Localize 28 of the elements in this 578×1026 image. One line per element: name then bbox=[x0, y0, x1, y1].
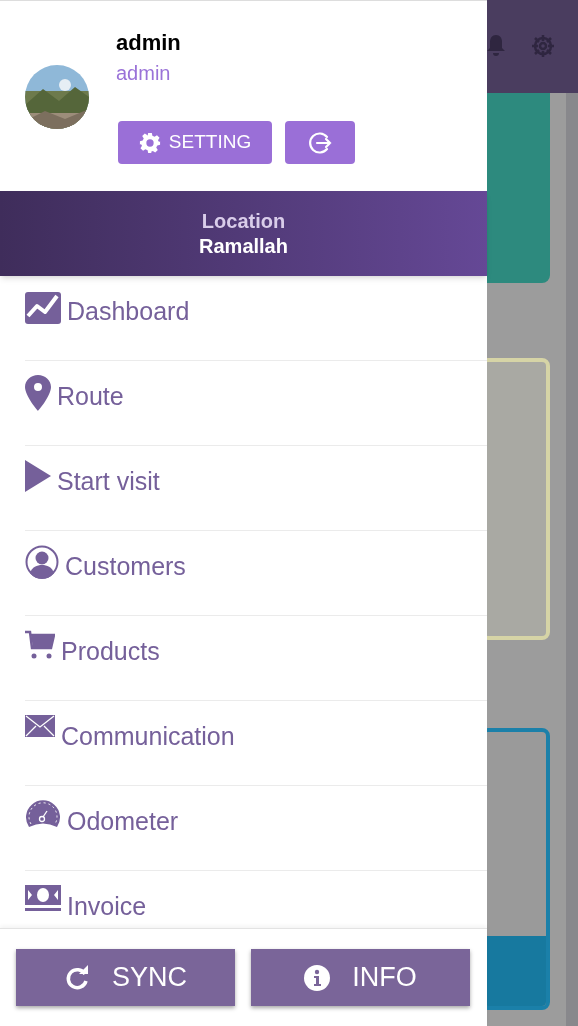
info-icon bbox=[304, 964, 331, 991]
logout-button[interactable] bbox=[285, 121, 355, 164]
user-role: admin bbox=[116, 61, 171, 86]
play-icon bbox=[25, 460, 51, 492]
sync-button[interactable]: SYNC bbox=[16, 949, 235, 1006]
menu-item[interactable]: Odometer bbox=[25, 786, 487, 871]
gauge-icon bbox=[25, 800, 61, 830]
menu-item[interactable]: Route bbox=[25, 361, 487, 446]
cart-icon bbox=[25, 630, 55, 660]
user-icon bbox=[25, 545, 59, 579]
info-button[interactable]: INFO bbox=[251, 949, 470, 1006]
setting-button[interactable]: SETTING bbox=[118, 121, 272, 164]
menu-item[interactable]: Dashboard bbox=[25, 276, 487, 361]
menu-item[interactable]: Communication bbox=[25, 701, 487, 786]
refresh-icon bbox=[64, 964, 90, 991]
logout-icon bbox=[307, 129, 333, 156]
location-pin-icon bbox=[25, 375, 51, 411]
menu-item[interactable]: Customers bbox=[25, 531, 487, 616]
location-value: Ramallah bbox=[199, 233, 288, 259]
chart-icon bbox=[25, 290, 61, 324]
user-name: admin bbox=[116, 29, 181, 57]
mail-icon bbox=[25, 715, 55, 737]
bell-icon[interactable] bbox=[485, 33, 507, 57]
menu-item[interactable]: Start visit bbox=[25, 446, 487, 531]
banknote-icon bbox=[25, 885, 61, 911]
location-label: Location bbox=[201, 208, 286, 234]
menu-item[interactable]: Products bbox=[25, 616, 487, 701]
gear-icon bbox=[138, 131, 161, 154]
